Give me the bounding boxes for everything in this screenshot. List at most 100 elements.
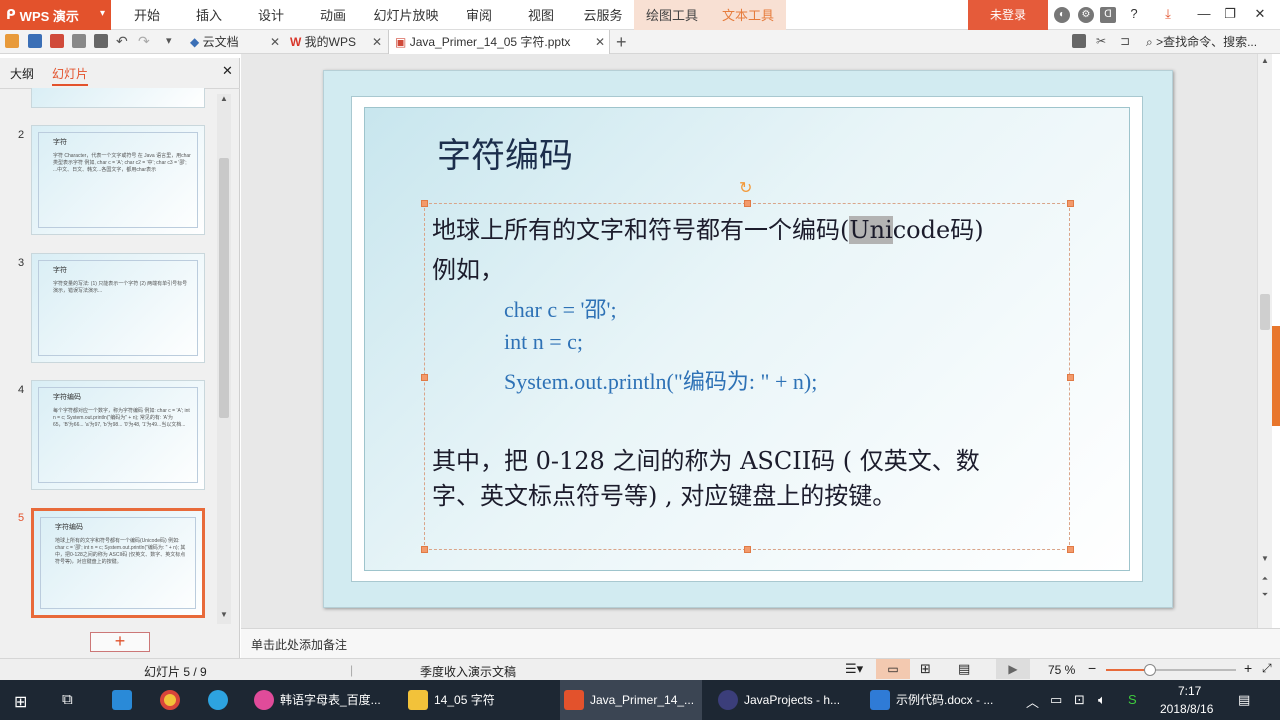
tab-current-file[interactable]: ▣ Java_Primer_14_05 字符.pptx ✕ [388,30,610,54]
tab-slides[interactable]: 幻灯片 [52,65,89,86]
slide-title[interactable]: 字符编码 [437,128,573,177]
reading-view-icon[interactable]: ▤ [958,661,970,677]
help-icon[interactable]: ? [1124,4,1144,24]
rotate-handle-icon[interactable]: ↻ [739,178,752,198]
chrome-icon[interactable] [160,690,180,710]
scroll-up-icon[interactable]: ▲ [217,94,231,108]
volume-icon[interactable]: 🔈︎ [1098,692,1106,708]
collapse-ribbon-icon[interactable]: ⊐ [1120,34,1134,48]
save-icon[interactable] [28,34,42,48]
menu-review[interactable]: 审阅 [456,0,502,30]
print-icon[interactable] [72,34,86,48]
menu-animation[interactable]: 动画 [310,0,356,30]
scroll-down-icon[interactable]: ▼ [217,610,231,624]
menu-home[interactable]: 开始 [124,0,170,30]
skin-icon[interactable]: ◐ [1054,7,1070,23]
scroll-down-icon[interactable]: ▼ [1258,554,1272,563]
resize-handle-w[interactable] [421,374,428,381]
undo-icon[interactable]: ↶ [116,34,130,48]
tools-icon[interactable]: ✂ [1096,34,1110,48]
tab-outline[interactable]: 大纲 [10,65,34,82]
tab-cloud-docs[interactable]: ◆ 云文档 ✕ [190,30,284,54]
command-search[interactable]: ⌕ >查找命令、搜索... [1146,30,1257,54]
close-icon[interactable]: ✕ [372,30,382,54]
canvas-scrollbar[interactable]: ▲ ▼ ⏶ ⏷ [1257,54,1272,628]
menu-drawing-tools[interactable]: 绘图工具 [634,0,710,30]
show-hidden-icons-icon[interactable]: ︿ [1026,692,1039,711]
play-icon[interactable]: ▶ [996,659,1030,679]
fit-window-icon[interactable]: ⤢ [1262,661,1272,676]
menu-cloud[interactable]: 云服务 [578,0,628,30]
close-window-button[interactable]: ✕ [1250,4,1270,24]
resize-handle-nw[interactable] [421,200,428,207]
notification-icon[interactable]: ▤ [1238,692,1250,708]
zoom-level[interactable]: 75 % [1048,663,1075,677]
restore-button[interactable]: ❐ [1220,4,1240,24]
battery-icon[interactable]: ▭ [1050,692,1062,708]
menu-text-tools[interactable]: 文本工具 [710,0,786,30]
panel-scrollbar[interactable]: ▲ ▼ [217,94,231,624]
input-method-icon[interactable]: S [1128,692,1137,707]
slide-thumbnail-4[interactable]: 字符编码 每个字符都对应一个数字，称为字符编码 例如: char c = 'A';… [31,380,205,490]
scroll-thumb[interactable] [219,158,229,418]
resize-handle-sw[interactable] [421,546,428,553]
network-icon[interactable]: ⊡ [1074,692,1085,708]
resize-handle-e[interactable] [1067,374,1074,381]
slide-sorter-icon[interactable]: ⊞ [920,661,931,677]
menu-insert[interactable]: 插入 [186,0,232,30]
download-icon[interactable]: ⤓ [1158,4,1178,24]
new-tab-button[interactable]: + [616,30,627,54]
menu-view[interactable]: 视图 [518,0,564,30]
taskbar-item-eclipse[interactable]: JavaProjects - h... [718,680,858,720]
normal-view-icon[interactable]: ▭ [876,659,910,679]
close-icon[interactable]: ✕ [595,30,605,54]
feedback-icon[interactable]: ᗡ [1100,7,1116,23]
slide-thumbnail-3[interactable]: 字符 字符变量的写法: (1) 只能表示一个字符 (2) 两端有单引号标号 演示，… [31,253,205,363]
zoom-in-button[interactable]: + [1244,660,1252,676]
minimize-button[interactable]: — [1194,4,1214,24]
login-button[interactable]: 未登录 [968,0,1048,30]
print-preview-icon[interactable] [94,34,108,48]
menu-slideshow[interactable]: 幻灯片放映 [370,0,442,30]
zoom-out-button[interactable]: − [1088,660,1096,676]
zoom-slider-knob[interactable] [1144,664,1156,676]
open-folder-icon[interactable] [5,34,19,48]
close-icon[interactable]: ✕ [270,30,280,54]
next-slide-icon[interactable]: ⏷ [1258,590,1272,600]
slide-thumbnail-5-selected[interactable]: 字符编码 地球上所有的文字和符号都有一个编码(Unicode码) 例如: char… [31,508,205,618]
redo-icon[interactable]: ↷ [138,34,152,48]
resize-handle-n[interactable] [744,200,751,207]
scroll-up-icon[interactable]: ▲ [1258,56,1272,65]
wps-app-button[interactable]: ᑭ WPS 演示 ▾ [0,0,111,30]
explorer-app-icon[interactable] [112,690,132,710]
scroll-thumb[interactable] [1260,294,1270,330]
browser-icon[interactable] [208,690,228,710]
customize-toolbar-icon[interactable]: ▾ [166,34,180,48]
notes-menu-icon[interactable]: ☰▾ [845,661,863,677]
add-slide-button[interactable]: + [90,632,150,652]
taskbar-item-browser[interactable]: 韩语字母表_百度... [254,680,394,720]
resize-handle-se[interactable] [1067,546,1074,553]
zoom-slider[interactable] [1106,664,1236,676]
taskbar-item-folder[interactable]: 14_05 字符 [408,680,548,720]
side-panel-toggle[interactable] [1272,326,1280,426]
taskbar-item-wps-writer[interactable]: 示例代码.docx - ... [870,680,1010,720]
menu-design[interactable]: 设计 [248,0,294,30]
menu-bar: ᑭ WPS 演示 ▾ 开始 插入 设计 动画 幻灯片放映 审阅 视图 云服务 绘… [0,0,1280,30]
resize-handle-ne[interactable] [1067,200,1074,207]
prev-slide-icon[interactable]: ⏶ [1258,574,1272,584]
windows-start-icon[interactable]: ⊞ [14,692,27,712]
close-panel-icon[interactable]: ✕ [222,63,233,79]
notes-area[interactable]: 单击此处添加备注 [241,628,1280,658]
clock-time[interactable]: 7:17 [1178,684,1201,698]
slide-thumbnail-1[interactable] [31,88,205,108]
resize-handle-s[interactable] [744,546,751,553]
task-view-icon[interactable]: ⧉ [62,691,73,708]
clock-date[interactable]: 2018/8/16 [1160,702,1213,716]
screen-icon[interactable] [1072,34,1086,48]
tab-my-wps[interactable]: W 我的WPS ✕ [290,30,386,54]
taskbar-item-wps-presentation[interactable]: Java_Primer_14_... [560,680,702,720]
slide-thumbnail-2[interactable]: 字符 字符 Character，代表一个文字或符号 在 Java 语言里，用cha… [31,125,205,235]
settings-icon[interactable]: ⚙ [1078,7,1094,23]
export-pdf-icon[interactable] [50,34,64,48]
